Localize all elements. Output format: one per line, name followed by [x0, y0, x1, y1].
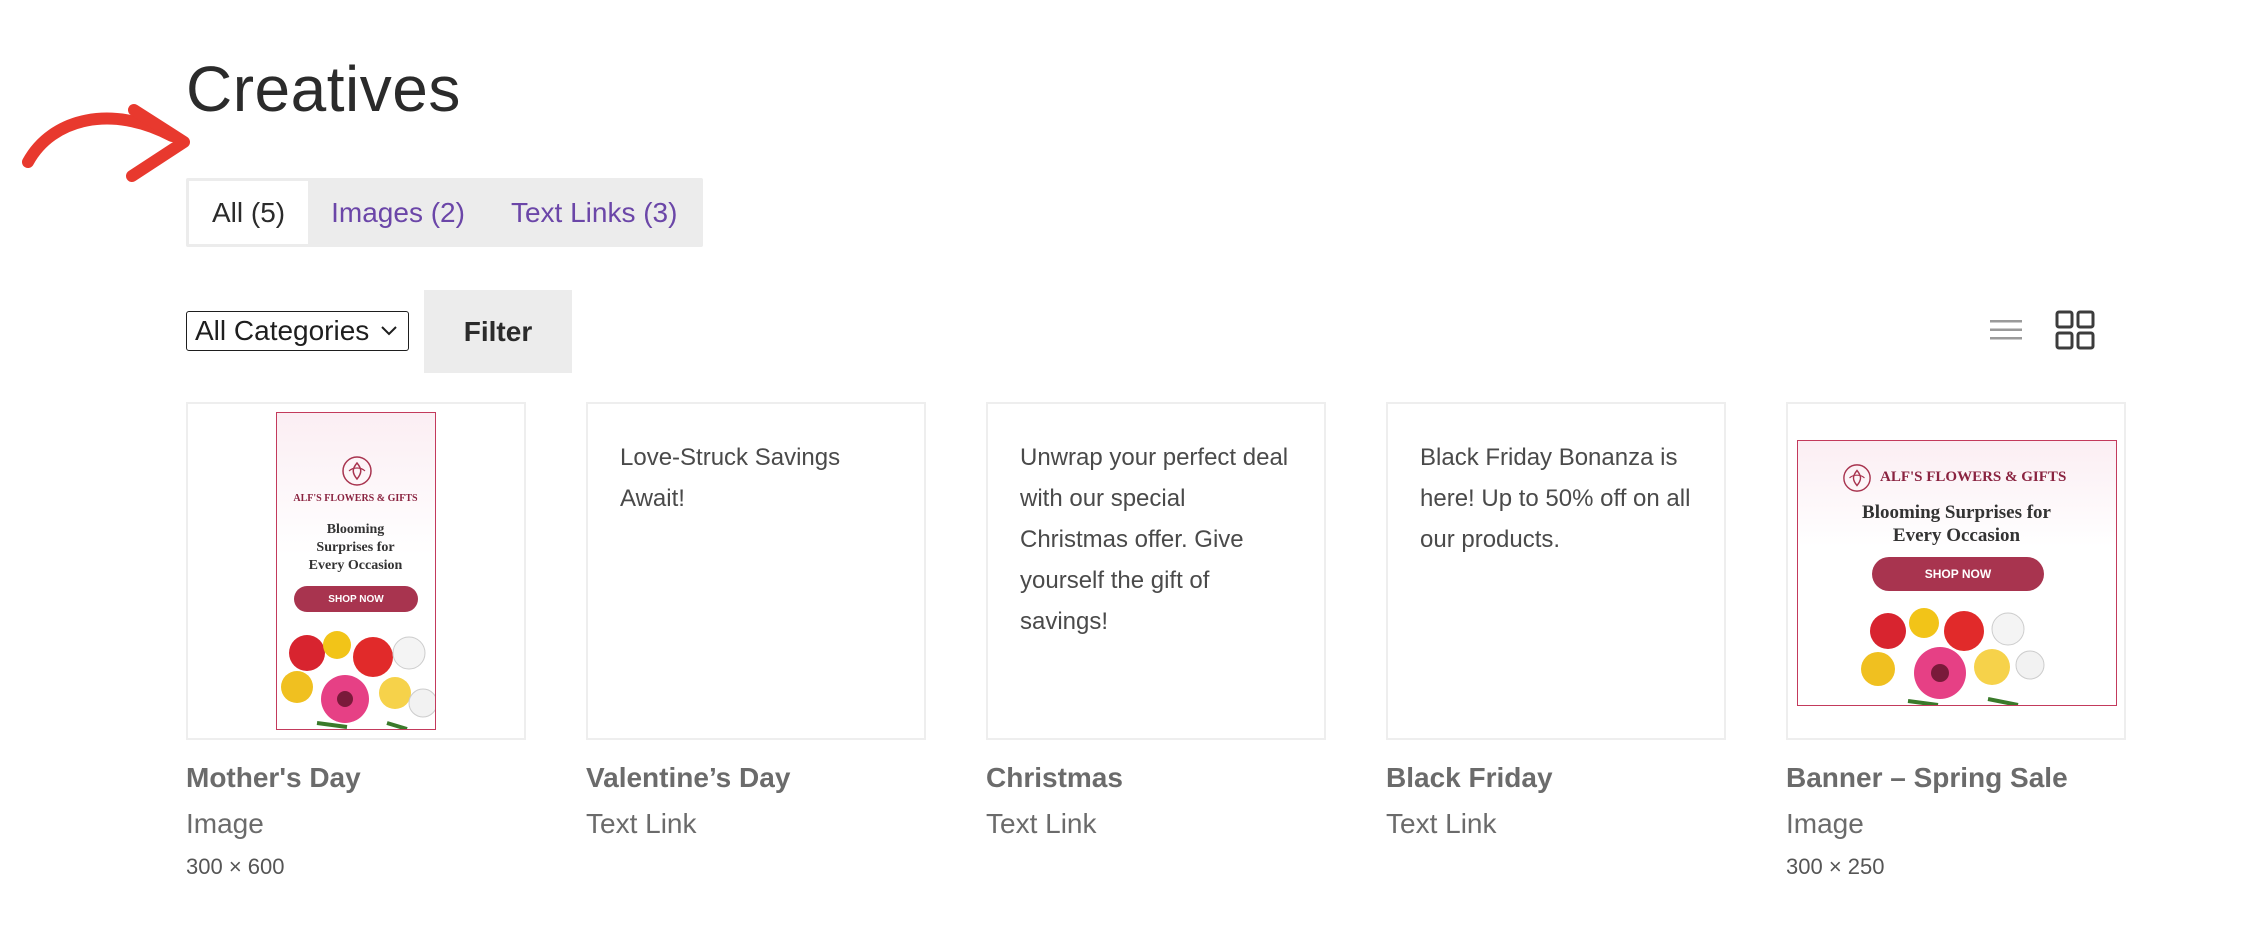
creatives-page: Creatives All (5) Images (2) Text Links … — [0, 0, 2258, 944]
creative-dimensions: 300 × 250 — [1786, 854, 1885, 879]
creative-name[interactable]: Valentine’s Day — [586, 762, 926, 794]
banner-brand: ALF'S FLOWERS & GIFTS — [293, 493, 418, 504]
banner-image-wide: ALF'S FLOWERS & GIFTS Blooming Surprises… — [1797, 440, 2117, 706]
creative-link-text: Unwrap your perfect deal with our specia… — [1020, 444, 1289, 635]
creative-card[interactable]: Love-Struck Savings Await! Valentine’s D… — [586, 402, 926, 840]
filter-button[interactable]: Filter — [424, 290, 572, 373]
banner-cta: SHOP NOW — [294, 586, 418, 612]
creative-preview[interactable]: Love-Struck Savings Await! — [586, 402, 926, 740]
banner-image-tall: ALF'S FLOWERS & GIFTS Blooming Surprises… — [276, 412, 436, 730]
flower-logo-icon — [342, 456, 372, 486]
creative-type: Text Link — [586, 808, 697, 839]
banner-headline: Blooming Surprises for Every Occasion — [1862, 502, 2051, 546]
creative-link-text: Love-Struck Savings Await! — [620, 444, 841, 512]
banner-cta: SHOP NOW — [1872, 557, 2044, 591]
creative-type: Image — [186, 808, 264, 839]
creative-dimensions: 300 × 600 — [186, 854, 285, 879]
creative-name[interactable]: Banner – Spring Sale — [1786, 762, 2126, 794]
creative-type: Text Link — [986, 808, 1097, 839]
creative-card[interactable]: ALF'S FLOWERS & GIFTS Blooming Surprises… — [186, 402, 526, 880]
chevron-down-icon — [381, 326, 397, 336]
creative-type-tabs: All (5) Images (2) Text Links (3) — [186, 178, 704, 247]
grid-view-icon[interactable] — [2055, 310, 2095, 350]
category-select[interactable]: All Categories — [186, 311, 409, 351]
flower-bouquet-icon — [281, 631, 435, 729]
creative-preview[interactable]: Unwrap your perfect deal with our specia… — [986, 402, 1326, 740]
annotation-arrow-icon — [22, 104, 190, 182]
creative-card[interactable]: ALF'S FLOWERS & GIFTS Blooming Surprises… — [1786, 402, 2126, 880]
creative-type: Image — [1786, 808, 1864, 839]
creative-preview[interactable]: ALF'S FLOWERS & GIFTS Blooming Surprises… — [186, 402, 526, 740]
page-title: Creatives — [186, 53, 461, 125]
tab-text-links[interactable]: Text Links (3) — [488, 181, 701, 244]
banner-brand: ALF'S FLOWERS & GIFTS — [1880, 469, 2067, 485]
tab-images[interactable]: Images (2) — [308, 181, 488, 244]
flower-bouquet-icon — [1861, 608, 2045, 705]
creative-card[interactable]: Black Friday Bonanza is here! Up to 50% … — [1386, 402, 1726, 840]
creative-name[interactable]: Mother's Day — [186, 762, 526, 794]
tab-all[interactable]: All (5) — [189, 181, 309, 244]
creative-card[interactable]: Unwrap your perfect deal with our specia… — [986, 402, 1326, 840]
creative-preview[interactable]: ALF'S FLOWERS & GIFTS Blooming Surprises… — [1786, 402, 2126, 740]
banner-headline: Blooming Surprises for Every Occasion — [308, 522, 403, 573]
list-view-icon[interactable] — [1988, 315, 2024, 345]
category-select-value: All Categories — [195, 315, 370, 346]
flower-logo-icon — [1843, 464, 1871, 492]
creative-preview[interactable]: Black Friday Bonanza is here! Up to 50% … — [1386, 402, 1726, 740]
creative-name[interactable]: Black Friday — [1386, 762, 1726, 794]
creative-type: Text Link — [1386, 808, 1497, 839]
creative-link-text: Black Friday Bonanza is here! Up to 50% … — [1420, 444, 1691, 553]
creative-name[interactable]: Christmas — [986, 762, 1326, 794]
